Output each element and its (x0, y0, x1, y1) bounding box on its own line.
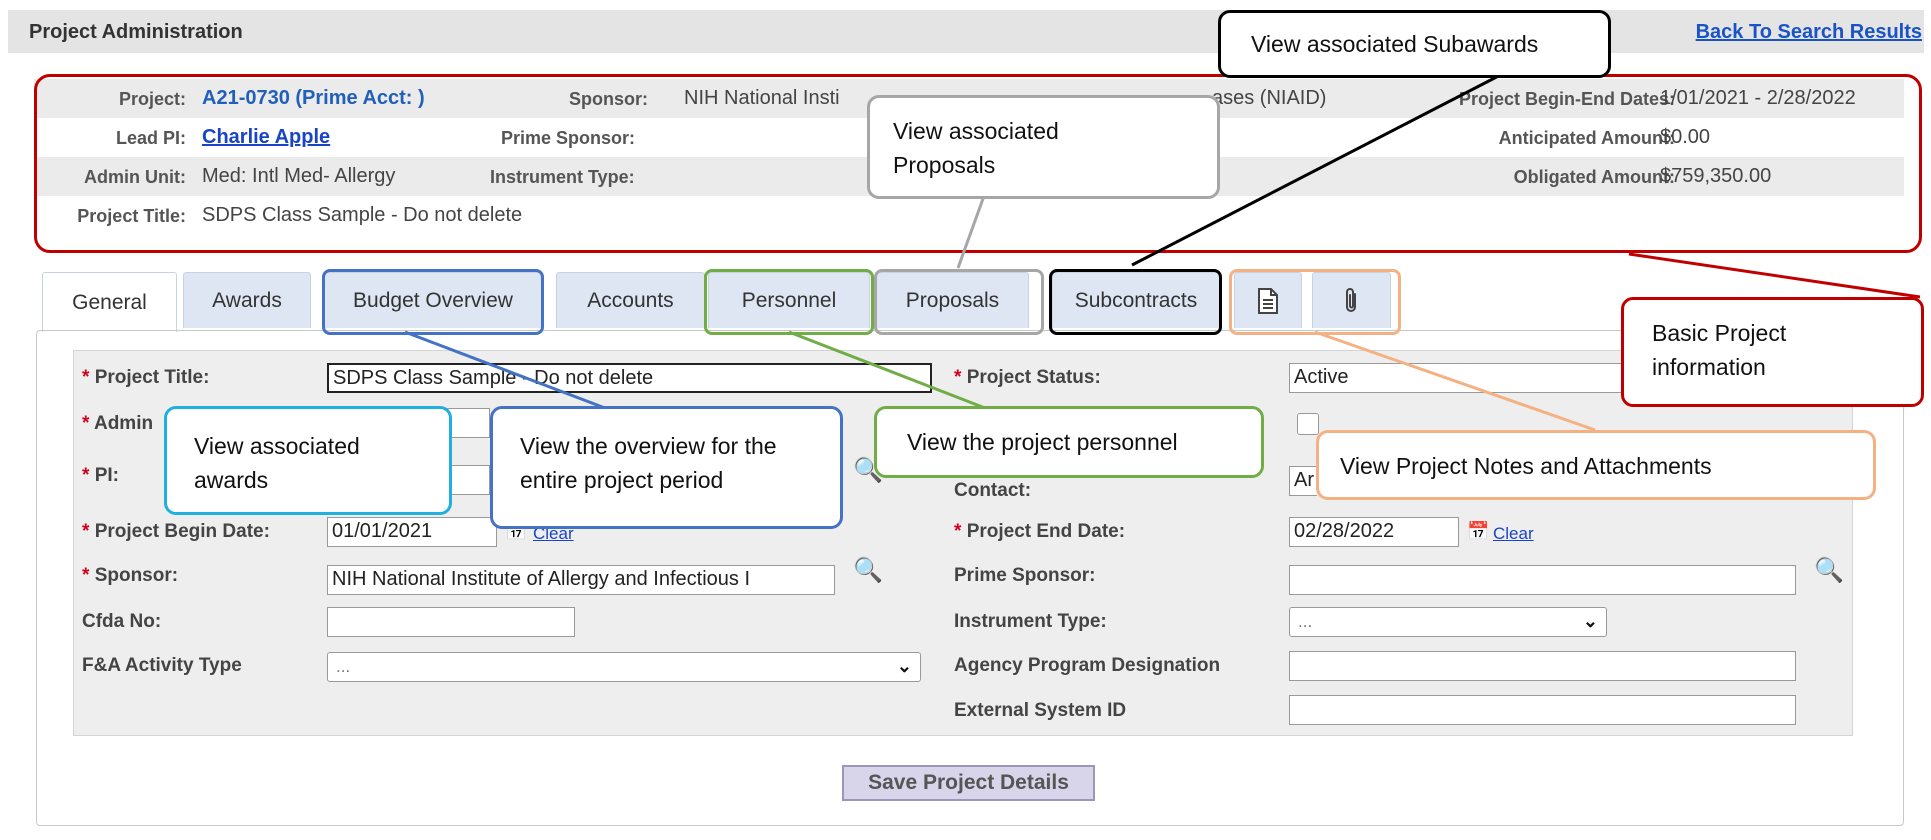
budget-connector (404, 330, 606, 410)
notes-connector (1314, 330, 1596, 432)
basic-info-connector (1628, 252, 1921, 299)
proposals-connector (956, 195, 986, 269)
subawards-callout: View associated Subawards (1218, 10, 1611, 78)
personnel-connector (788, 330, 986, 410)
proposals-callout: View associated Proposals (867, 95, 1220, 199)
awards-callout: View associated awards (164, 406, 452, 515)
budget-callout: View the overview for the entire project… (490, 406, 843, 529)
personnel-callout: View the project personnel (874, 406, 1264, 478)
basic-info-callout: Basic Project information (1621, 297, 1924, 407)
notes-callout: View Project Notes and Attachments (1316, 430, 1876, 500)
